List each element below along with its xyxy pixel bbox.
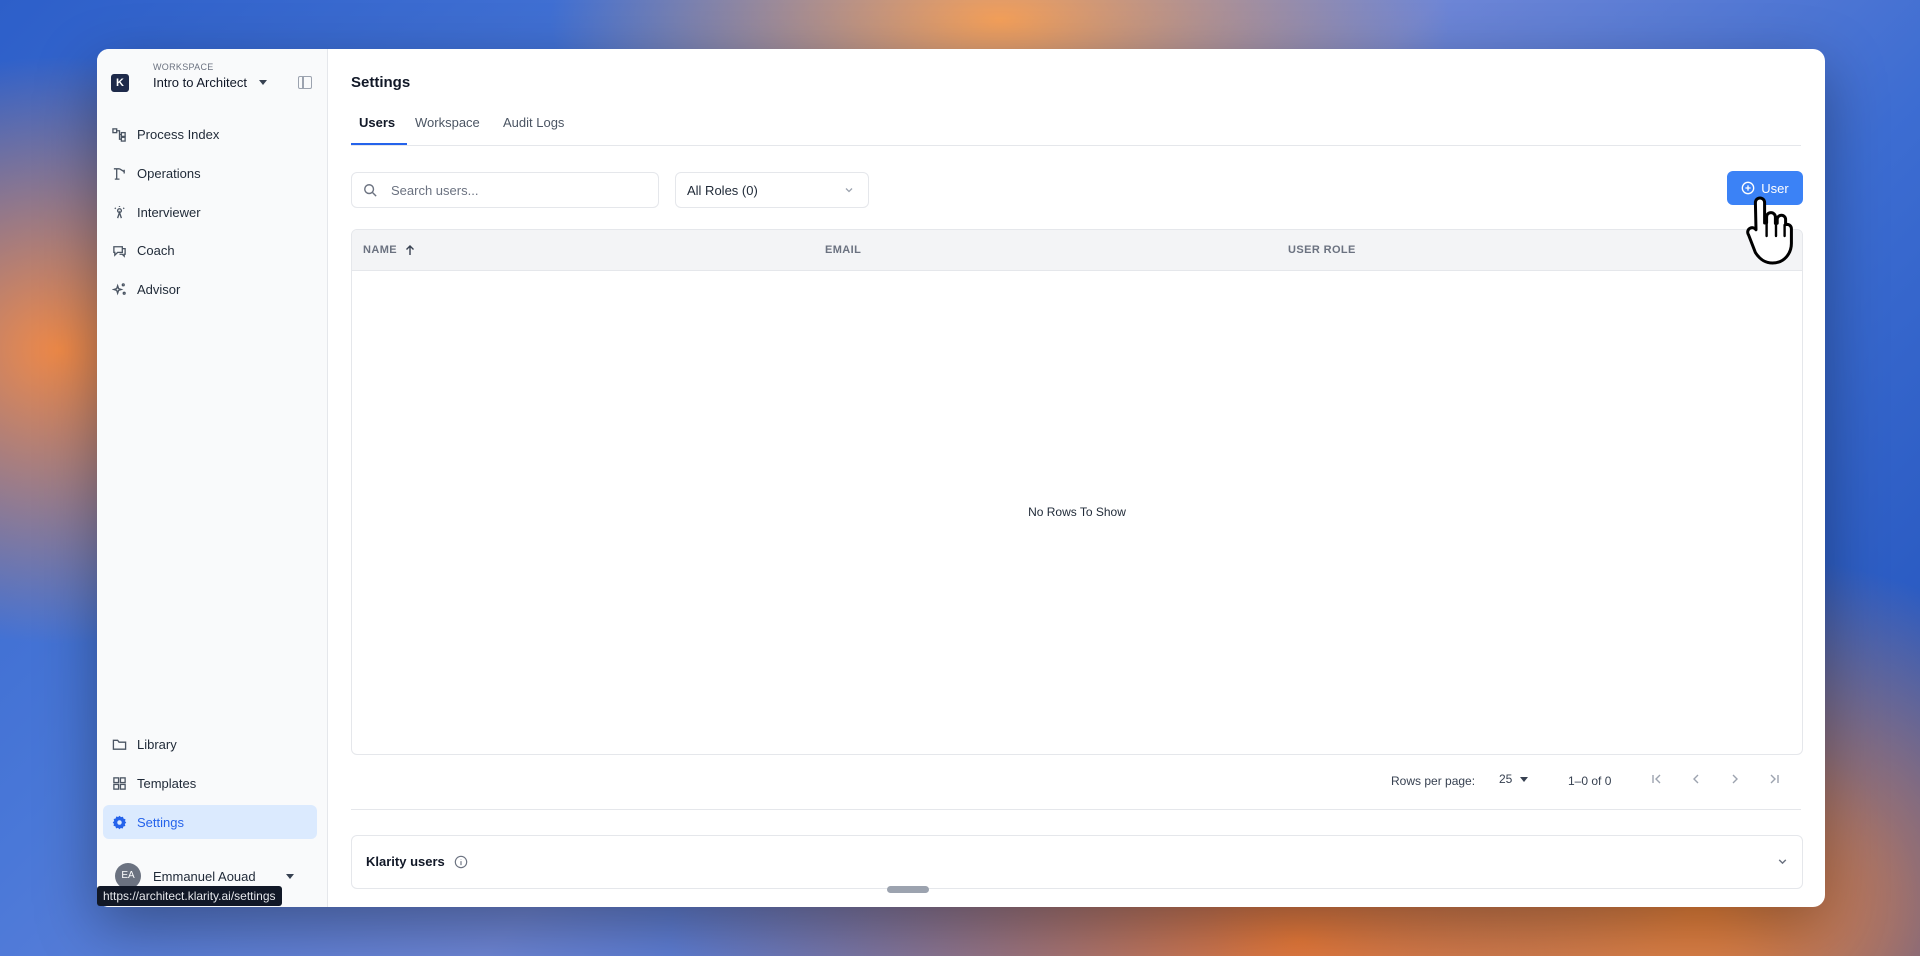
- search-box: [351, 172, 659, 208]
- tab-workspace[interactable]: Workspace: [415, 115, 480, 145]
- rows-per-page-value: 25: [1499, 772, 1513, 786]
- sidebar-item-label: Process Index: [137, 126, 220, 142]
- klarity-users-panel[interactable]: Klarity users: [351, 835, 1803, 889]
- app-window: K WORKSPACE Intro to Architect Process I…: [97, 49, 1825, 907]
- sidebar-item-coach[interactable]: Coach: [103, 233, 317, 267]
- table-header: NAME EMAIL USER ROLE: [352, 230, 1802, 271]
- column-header-name[interactable]: NAME: [363, 244, 415, 256]
- pagination-range: 1–0 of 0: [1568, 774, 1612, 788]
- last-page-button[interactable]: [1766, 771, 1782, 787]
- first-page-icon: [1651, 773, 1663, 785]
- sidebar-item-operations[interactable]: Operations: [103, 156, 317, 190]
- chevron-down-icon: [259, 80, 267, 85]
- sort-ascending-icon: [405, 244, 415, 256]
- hand-pointer-cursor-icon: [1742, 193, 1798, 272]
- tab-label: Workspace: [415, 115, 480, 130]
- chevron-down-icon: [1520, 776, 1529, 782]
- operations-icon: [111, 165, 127, 181]
- chevron-left-icon: [1690, 773, 1702, 785]
- first-page-button[interactable]: [1649, 771, 1665, 787]
- last-page-icon: [1768, 773, 1780, 785]
- sidebar: K WORKSPACE Intro to Architect Process I…: [97, 49, 328, 907]
- users-table: NAME EMAIL USER ROLE No Rows To Show: [351, 229, 1803, 755]
- empty-table-message: No Rows To Show: [1028, 505, 1126, 519]
- status-url-tooltip: https://architect.klarity.ai/settings: [97, 886, 282, 906]
- interviewer-icon: [111, 204, 127, 220]
- sidebar-item-library[interactable]: Library: [103, 727, 317, 761]
- column-header-user-role[interactable]: USER ROLE: [1288, 244, 1356, 256]
- active-tab-indicator: [351, 143, 407, 145]
- column-header-label: EMAIL: [825, 244, 862, 256]
- process-index-icon: [111, 126, 127, 142]
- page-title: Settings: [351, 74, 411, 91]
- sidebar-item-label: Operations: [137, 165, 201, 181]
- klarity-users-header: Klarity users: [366, 854, 468, 869]
- search-icon: [363, 183, 377, 197]
- tab-audit-logs[interactable]: Audit Logs: [503, 115, 564, 145]
- roles-filter-select[interactable]: All Roles (0): [675, 172, 869, 208]
- scroll-handle[interactable]: [887, 886, 929, 893]
- column-header-label: USER ROLE: [1288, 244, 1356, 256]
- tab-label: Users: [359, 115, 396, 130]
- workspace-name: Intro to Architect: [153, 75, 247, 90]
- sidebar-item-templates[interactable]: Templates: [103, 766, 317, 800]
- settings-tabs: Users Workspace Audit Logs: [351, 115, 1801, 146]
- user-name: Emmanuel Aouad: [153, 868, 256, 884]
- chevron-right-icon: [1729, 773, 1741, 785]
- workspace-caption: WORKSPACE: [153, 62, 214, 72]
- sidebar-item-label: Library: [137, 736, 177, 752]
- klarity-users-title: Klarity users: [366, 854, 445, 869]
- search-input[interactable]: [389, 181, 633, 199]
- rows-per-page-label: Rows per page:: [1391, 774, 1476, 788]
- sidebar-item-label: Settings: [137, 814, 184, 830]
- sidebar-item-label: Advisor: [137, 281, 181, 297]
- advisor-icon: [111, 281, 127, 297]
- roles-filter-value: All Roles (0): [687, 182, 758, 198]
- info-icon[interactable]: [454, 855, 468, 869]
- gear-icon: [111, 814, 127, 830]
- sidebar-item-process-index[interactable]: Process Index: [103, 117, 317, 151]
- sidebar-item-label: Templates: [137, 775, 197, 791]
- chevron-down-icon: [844, 185, 854, 195]
- rows-per-page-select[interactable]: 25: [1499, 772, 1529, 786]
- sidebar-item-advisor[interactable]: Advisor: [103, 272, 317, 306]
- tab-label: Audit Logs: [503, 115, 565, 130]
- chevron-down-icon: [1777, 856, 1788, 867]
- next-page-button[interactable]: [1727, 771, 1743, 787]
- section-divider: [351, 809, 1801, 810]
- sidebar-item-label: Coach: [137, 242, 175, 258]
- column-header-label: NAME: [363, 244, 397, 256]
- tab-users[interactable]: Users: [359, 115, 395, 145]
- sidebar-item-interviewer[interactable]: Interviewer: [103, 195, 317, 229]
- previous-page-button[interactable]: [1688, 771, 1704, 787]
- folder-icon: [111, 736, 127, 752]
- templates-icon: [111, 775, 127, 791]
- chevron-down-icon: [285, 873, 294, 879]
- sidebar-item-label: Interviewer: [137, 204, 201, 220]
- workspace-logo: K: [111, 74, 129, 92]
- coach-icon: [111, 242, 127, 258]
- column-header-email[interactable]: EMAIL: [825, 244, 861, 256]
- sidebar-collapse-icon[interactable]: [298, 76, 312, 89]
- sidebar-item-settings[interactable]: Settings: [103, 805, 317, 839]
